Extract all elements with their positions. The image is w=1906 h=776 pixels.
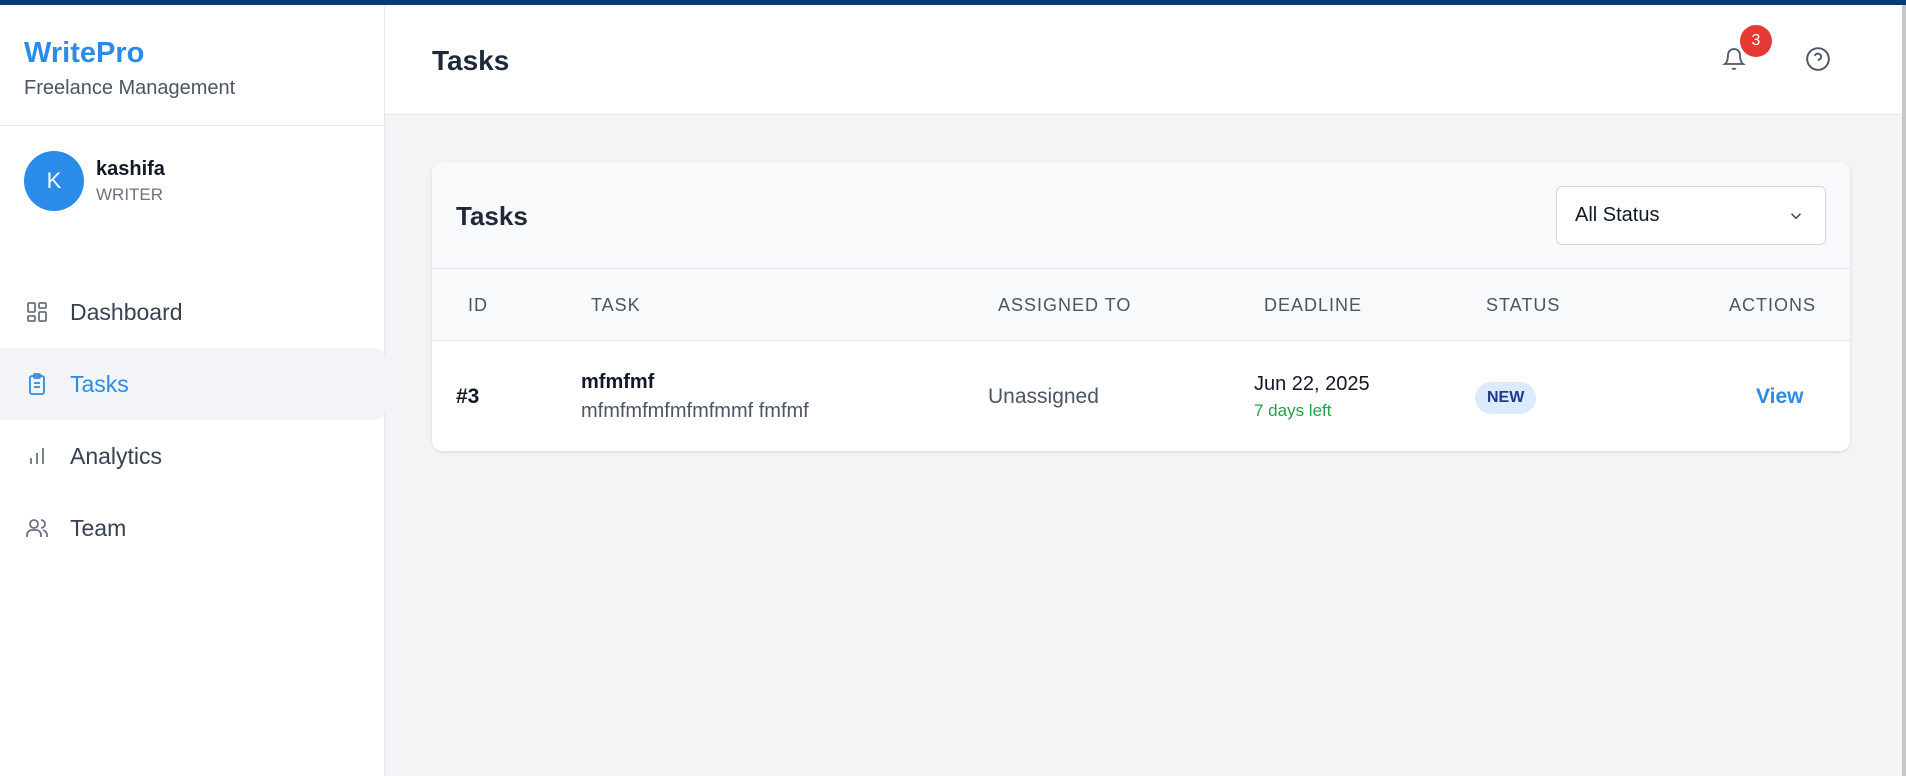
table-header: ID TASK ASSIGNED TO DEADLINE STATUS ACTI… <box>432 269 1850 341</box>
sidebar: WritePro Freelance Management K kashifa … <box>0 5 385 776</box>
main-content: Tasks 3 Tasks All Status ID TASK ASSIGNE… <box>385 5 1906 776</box>
task-title: mfmfmf <box>581 371 655 393</box>
notification-badge: 3 <box>1740 25 1772 57</box>
dashboard-icon <box>24 299 50 325</box>
column-header-actions: ACTIONS <box>1729 295 1817 315</box>
user-info: kashifa WRITER <box>96 158 165 205</box>
column-header-deadline: DEADLINE <box>1264 295 1363 315</box>
task-time-left: 7 days left <box>1254 401 1332 420</box>
status-filter-value: All Status <box>1575 204 1660 226</box>
top-header: Tasks 3 <box>385 5 1906 115</box>
sidebar-item-tasks[interactable]: Tasks <box>0 348 385 420</box>
page-title: Tasks <box>432 45 510 76</box>
column-header-task: TASK <box>591 295 641 315</box>
app: WritePro Freelance Management K kashifa … <box>0 5 1906 776</box>
user-name: kashifa <box>96 157 165 180</box>
status-filter-select[interactable]: All Status <box>1556 186 1826 245</box>
bar-chart-icon <box>24 443 50 469</box>
table-row: #3 mfmfmf mfmfmfmfmfmfmmf fmfmf Unassign… <box>432 341 1850 451</box>
sidebar-item-label: Dashboard <box>70 298 183 325</box>
column-header-assigned-to: ASSIGNED TO <box>998 295 1132 315</box>
help-button[interactable] <box>1803 46 1833 76</box>
card-title: Tasks <box>456 201 528 231</box>
status-badge: NEW <box>1475 382 1537 414</box>
sidebar-item-label: Team <box>70 514 127 541</box>
brand-title[interactable]: WritePro <box>24 35 384 71</box>
sidebar-item-label: Analytics <box>70 442 163 469</box>
brand-subtitle: Freelance Management <box>24 77 236 99</box>
tasks-card: Tasks All Status ID TASK ASSIGNED TO DEA… <box>432 162 1850 451</box>
task-deadline: Jun 22, 2025 <box>1254 373 1370 395</box>
users-icon <box>24 515 50 541</box>
column-header-status: STATUS <box>1486 295 1561 315</box>
avatar: K <box>24 151 84 211</box>
sidebar-item-label: Tasks <box>70 370 129 397</box>
user-role: WRITER <box>96 184 164 204</box>
task-description: mfmfmfmfmfmfmmf fmfmf <box>581 400 809 422</box>
task-id: #3 <box>456 385 480 408</box>
help-icon <box>1805 46 1831 77</box>
brand: WritePro Freelance Management <box>0 5 384 126</box>
scrollbar[interactable] <box>1902 5 1906 776</box>
view-task-link[interactable]: View <box>1756 385 1803 409</box>
card-header: Tasks All Status <box>432 162 1850 269</box>
clipboard-icon <box>24 371 50 397</box>
sidebar-nav: Dashboard Tasks Analytics Team <box>0 276 385 564</box>
column-header-id: ID <box>468 295 488 315</box>
chevron-down-icon <box>1787 207 1805 230</box>
sidebar-item-team[interactable]: Team <box>0 492 385 564</box>
task-assignee: Unassigned <box>988 385 1099 408</box>
user-profile: K kashifa WRITER <box>0 126 384 236</box>
sidebar-item-dashboard[interactable]: Dashboard <box>0 276 385 348</box>
sidebar-item-analytics[interactable]: Analytics <box>0 420 385 492</box>
